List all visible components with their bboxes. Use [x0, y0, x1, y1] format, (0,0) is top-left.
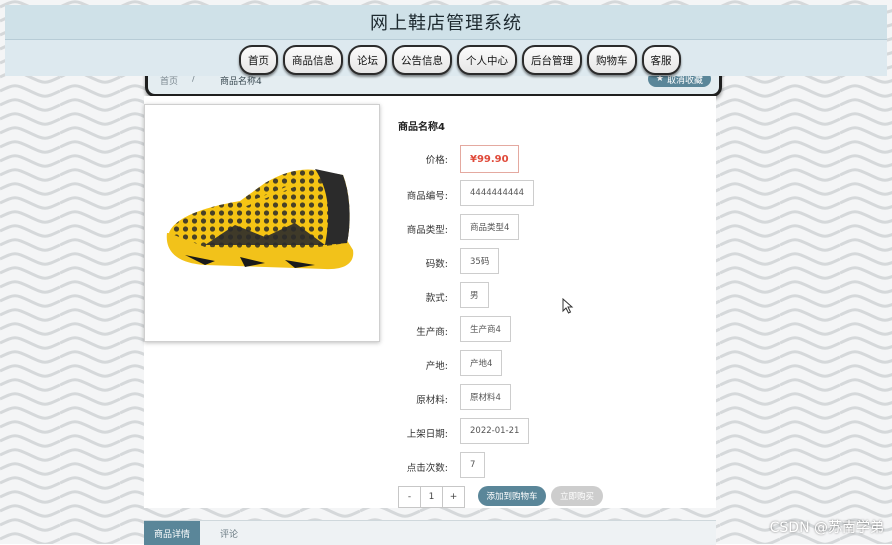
sneaker-image	[166, 169, 354, 270]
tab-details[interactable]: 商品详情	[144, 521, 200, 545]
quantity-input[interactable]: 1	[420, 487, 443, 507]
nav-admin[interactable]: 后台管理	[522, 45, 582, 75]
site-title: 网上鞋店管理系统	[370, 13, 522, 34]
clicks-value: 7	[460, 452, 486, 478]
maker-value: 生产商4	[460, 316, 511, 342]
add-to-cart-button[interactable]: 添加到购物车	[478, 486, 546, 506]
date-value: 2022-01-21	[460, 418, 530, 444]
type-value: 商品类型4	[460, 214, 520, 240]
quantity-stepper: - 1 +	[398, 486, 465, 508]
style-value: 男	[460, 282, 489, 308]
product-image	[144, 104, 380, 342]
size-value: 35码	[460, 248, 500, 274]
nav-forum[interactable]: 论坛	[348, 45, 387, 75]
origin-value: 产地4	[460, 350, 503, 376]
maker-label: 生产商:	[416, 327, 448, 338]
watermark: CSDN @苏南学弟	[769, 520, 884, 536]
style-label: 款式:	[425, 293, 448, 304]
code-label: 商品编号:	[406, 191, 448, 202]
nav-personal-center[interactable]: 个人中心	[457, 45, 517, 75]
origin-label: 产地:	[425, 361, 448, 372]
decrease-button[interactable]: -	[399, 487, 420, 507]
nav-customer-service[interactable]: 客服	[641, 45, 681, 75]
site-header: 网上鞋店管理系统	[5, 5, 887, 40]
type-label: 商品类型:	[406, 225, 448, 236]
code-value: 4444444444	[460, 180, 535, 206]
buy-now-button[interactable]: 立即购买	[551, 486, 603, 506]
nav-announcements[interactable]: 公告信息	[392, 45, 452, 75]
tab-comments[interactable]: 评论	[220, 521, 238, 545]
price-value: ¥99.90	[460, 145, 519, 173]
nav-products[interactable]: 商品信息	[283, 45, 343, 75]
nav-cart[interactable]: 购物车	[587, 45, 637, 75]
top-nav: 首页 商品信息 论坛 公告信息 个人中心 后台管理 购物车 客服	[5, 40, 887, 76]
nav-home[interactable]: 首页	[239, 45, 278, 75]
material-label: 原材料:	[416, 395, 448, 406]
mouse-cursor-icon	[562, 298, 574, 314]
date-label: 上架日期:	[406, 429, 448, 440]
product-title: 商品名称4	[398, 122, 445, 133]
clicks-label: 点击次数:	[406, 463, 448, 474]
price-label: 价格:	[425, 155, 448, 166]
increase-button[interactable]: +	[443, 487, 464, 507]
size-label: 码数:	[425, 259, 448, 270]
detail-tabs: 商品详情 评论	[144, 520, 716, 545]
material-value: 原材料4	[460, 384, 511, 410]
